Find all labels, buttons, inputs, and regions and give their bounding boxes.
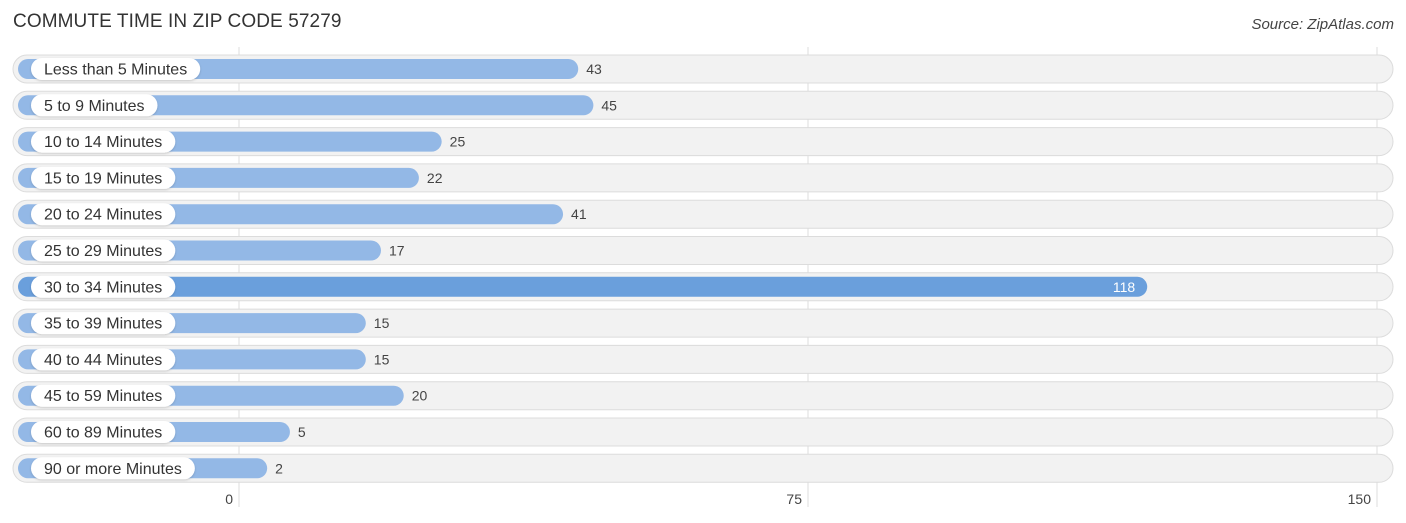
value-label: 5 [298, 424, 306, 440]
bar-row: 20 to 24 Minutes 41 [12, 199, 1394, 229]
bar-row: 5 to 9 Minutes 45 [12, 90, 1394, 120]
category-label: Less than 5 Minutes [44, 62, 187, 79]
value-label: 20 [412, 388, 428, 404]
category-label: 20 to 24 Minutes [44, 207, 162, 224]
bar-chart: Less than 5 Minutes 43 5 to 9 Minutes 45 10 … [12, 47, 1394, 507]
bar [18, 276, 1148, 297]
value-label: 41 [571, 206, 587, 222]
category-label: 25 to 29 Minutes [44, 243, 162, 260]
x-tick-label: 150 [1348, 491, 1372, 507]
category-label: 15 to 19 Minutes [44, 170, 162, 187]
bar-row: 30 to 34 Minutes 118 [12, 272, 1394, 302]
category-label: 45 to 59 Minutes [44, 388, 162, 405]
category-label: 30 to 34 Minutes [44, 279, 162, 296]
bar-row: 60 to 89 Minutes 5 [12, 417, 1394, 447]
value-label: 15 [374, 315, 390, 331]
value-label: 25 [450, 134, 466, 150]
value-label: 15 [374, 351, 390, 367]
category-label: 5 to 9 Minutes [44, 98, 145, 115]
value-label: 2 [275, 460, 283, 476]
category-label: 35 to 39 Minutes [44, 316, 162, 333]
bar-row: 90 or more Minutes 2 [12, 453, 1394, 483]
value-label: 118 [1113, 279, 1136, 295]
category-label: 90 or more Minutes [44, 461, 182, 478]
value-label: 17 [389, 243, 405, 259]
bar-row: 45 to 59 Minutes 20 [12, 381, 1394, 411]
value-label: 45 [601, 97, 617, 113]
bar-row: 35 to 39 Minutes 15 [12, 308, 1394, 338]
category-label: 60 to 89 Minutes [44, 425, 162, 442]
x-tick-label: 75 [786, 491, 802, 507]
category-label: 10 to 14 Minutes [44, 134, 162, 151]
category-label: 40 to 44 Minutes [44, 352, 162, 369]
x-tick-label: 0 [225, 491, 233, 507]
bar-row: 40 to 44 Minutes 15 [12, 344, 1394, 374]
value-label: 22 [427, 170, 443, 186]
value-label: 43 [586, 61, 602, 77]
bar-row: 15 to 19 Minutes 22 [12, 163, 1394, 193]
bar-row: 25 to 29 Minutes 17 [12, 236, 1394, 265]
bar-row: 10 to 14 Minutes 25 [12, 127, 1394, 157]
bar-row: Less than 5 Minutes 43 [12, 54, 1394, 84]
